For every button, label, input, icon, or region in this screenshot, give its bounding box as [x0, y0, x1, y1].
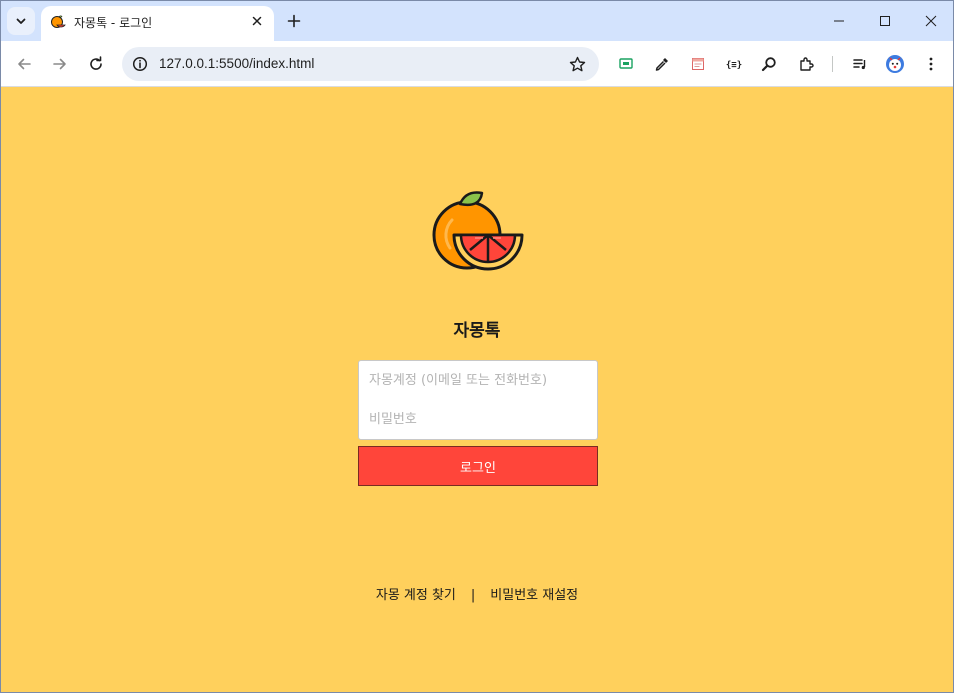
browser-menu-button[interactable]	[920, 53, 942, 75]
extension-json-button[interactable]: {≡}	[723, 53, 745, 75]
bookmark-button[interactable]	[567, 54, 587, 74]
grapefruit-favicon-icon	[51, 15, 66, 28]
back-button[interactable]	[12, 52, 36, 76]
tab-active[interactable]: 자몽톡 - 로그인	[41, 6, 274, 41]
grapefruit-logo-icon	[432, 191, 524, 271]
reset-password-link[interactable]: 비밀번호 재설정	[490, 588, 578, 603]
chevron-down-icon	[16, 18, 26, 24]
arrow-left-icon	[18, 58, 31, 70]
browser-window: 자몽톡 - 로그인 127.0.0.1:5500/index.html {≡} …	[0, 0, 954, 693]
login-button[interactable]: 로그인	[358, 446, 598, 486]
arrow-right-icon	[53, 58, 66, 70]
extension-screen-button[interactable]	[615, 53, 637, 75]
media-controls-button[interactable]	[849, 53, 871, 75]
close-icon	[925, 15, 937, 27]
more-vertical-icon	[929, 57, 933, 71]
login-form	[358, 360, 598, 440]
browser-toolbar: 127.0.0.1:5500/index.html {≡}	[1, 41, 953, 87]
app-title: 자몽톡	[453, 321, 501, 341]
svg-text:{≡}: {≡}	[726, 61, 742, 71]
plus-icon	[287, 14, 301, 28]
account-input[interactable]	[359, 361, 597, 400]
info-icon	[132, 56, 148, 72]
extension-inspect-button[interactable]	[758, 53, 780, 75]
toolbar-separator	[832, 56, 833, 72]
json-braces-icon: {≡}	[726, 61, 742, 71]
screen-capture-icon	[619, 58, 633, 69]
eyedropper-icon	[655, 58, 668, 71]
tab-strip: 자몽톡 - 로그인	[1, 1, 953, 41]
tab-close-button[interactable]	[248, 12, 266, 30]
login-page: 자몽톡 로그인 자몽 계정 찾기 | 비밀번호 재설정	[1, 88, 953, 692]
playlist-music-icon	[853, 59, 866, 70]
close-icon	[252, 16, 262, 26]
extension-page-button[interactable]	[687, 53, 709, 75]
avatar-icon	[886, 55, 904, 73]
url-text: 127.0.0.1:5500/index.html	[159, 56, 315, 71]
address-bar[interactable]: 127.0.0.1:5500/index.html	[122, 47, 599, 81]
puzzle-icon	[800, 57, 814, 71]
reload-button[interactable]	[84, 52, 108, 76]
minimize-button[interactable]	[816, 7, 862, 35]
password-input[interactable]	[359, 400, 597, 439]
maximize-icon	[880, 16, 890, 26]
forward-button[interactable]	[48, 52, 72, 76]
footer-separator: |	[470, 588, 476, 603]
page-icon	[692, 58, 704, 70]
site-info-button[interactable]	[128, 52, 152, 76]
minimize-icon	[834, 20, 844, 22]
window-close-button[interactable]	[908, 7, 953, 35]
extensions-menu-button[interactable]	[795, 53, 817, 75]
star-icon	[569, 56, 585, 71]
tab-title: 자몽톡 - 로그인	[74, 16, 153, 30]
tab-search-button[interactable]	[7, 7, 35, 35]
reload-icon	[90, 56, 102, 70]
extension-eyedropper-button[interactable]	[651, 53, 673, 75]
magnifier-icon	[761, 57, 776, 72]
maximize-button[interactable]	[862, 7, 908, 35]
new-tab-button[interactable]	[283, 10, 305, 32]
find-account-link[interactable]: 자몽 계정 찾기	[376, 588, 456, 603]
footer-links: 자몽 계정 찾기 | 비밀번호 재설정	[1, 584, 953, 603]
profile-avatar-button[interactable]	[884, 53, 906, 75]
